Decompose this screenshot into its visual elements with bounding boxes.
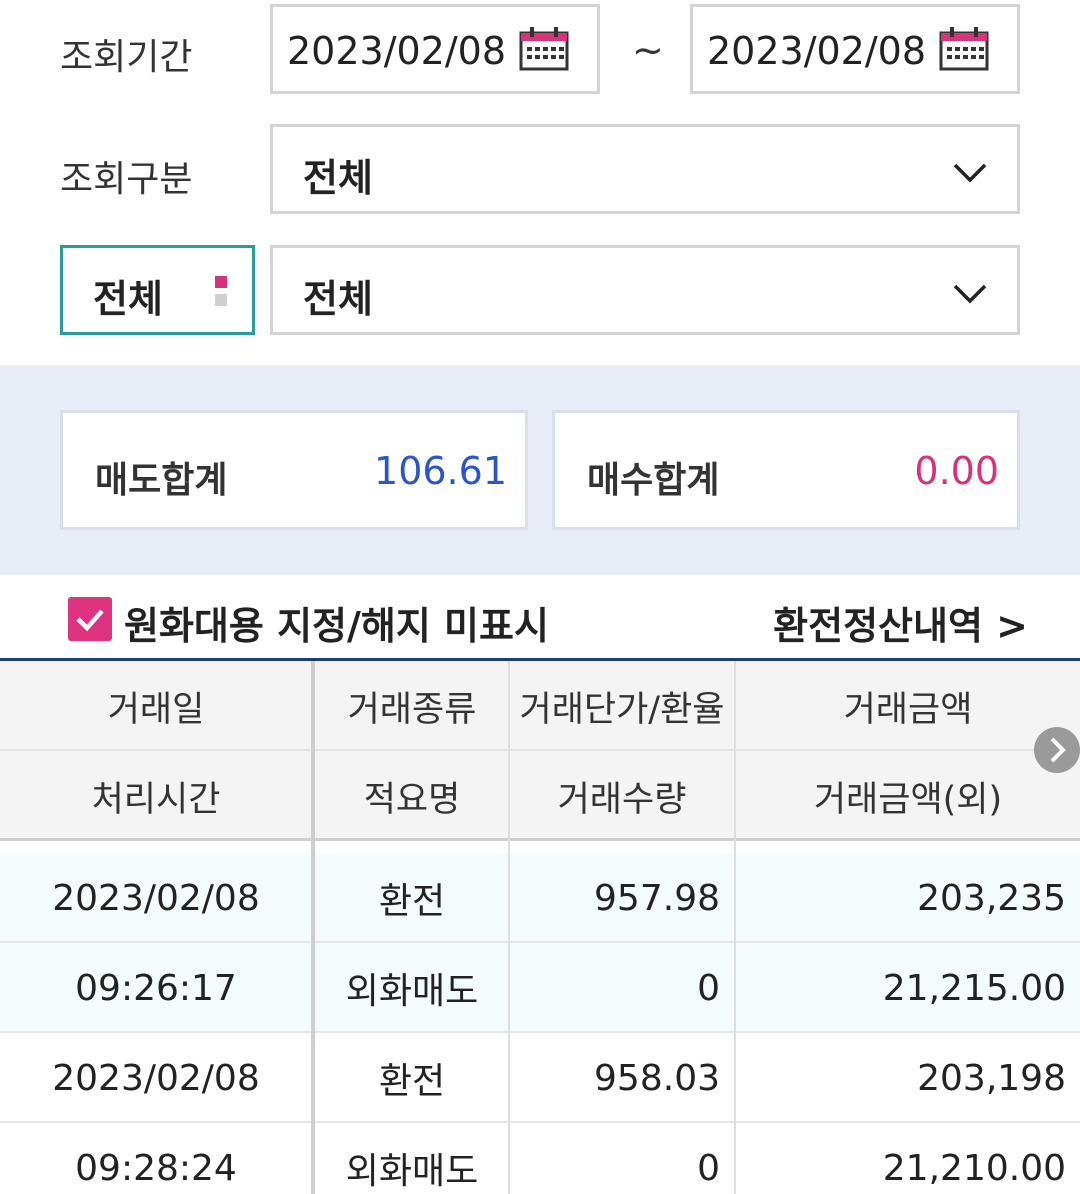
- col-header-trade-date: 거래일: [107, 689, 205, 730]
- description-cell: 외화매도: [345, 971, 479, 1012]
- date-to-text: 2023/02/08: [707, 29, 927, 73]
- chevron-down-icon: [953, 163, 987, 183]
- trade-date-cell: 2023/02/08: [52, 877, 260, 919]
- sell-total-card: 매도합계 106.61: [60, 410, 528, 530]
- date-separator: ~: [632, 28, 664, 72]
- col-header-amount: 거래금액: [843, 689, 973, 730]
- currency-select-value: 전체: [303, 277, 373, 321]
- col-header-unit-price: 거래단가/환율: [519, 689, 725, 730]
- col-header-description: 적요명: [363, 779, 461, 820]
- type-select[interactable]: 전체: [270, 124, 1020, 214]
- trade-type-cell: 환전: [378, 1061, 446, 1102]
- currency-filter-button[interactable]: 전체: [60, 245, 255, 335]
- col-header-trade-type: 거래종류: [347, 689, 477, 730]
- buy-total-card: 매수합계 0.00: [552, 410, 1020, 530]
- table-row[interactable]: 2023/02/08 환전 957.98 203,235: [0, 853, 1080, 943]
- col-header-quantity: 거래수량: [557, 779, 687, 820]
- process-time-cell: 09:26:17: [75, 967, 237, 1009]
- period-label: 조회기간: [60, 37, 193, 78]
- date-from-field[interactable]: 2023/02/08: [270, 4, 600, 94]
- check-icon: [76, 609, 104, 632]
- foreign-amount-cell: 21,215.00: [882, 967, 1066, 1009]
- description-cell: 외화매도: [345, 1151, 479, 1192]
- col-header-process-time: 처리시간: [91, 779, 221, 820]
- foreign-amount-cell: 21,210.00: [882, 1147, 1066, 1189]
- calendar-icon[interactable]: [519, 27, 569, 71]
- settlement-history-link[interactable]: 환전정산내역 >: [773, 595, 1028, 650]
- process-time-cell: 09:28:24: [75, 1147, 237, 1189]
- options-bar: 원화대용 지정/해지 미표시 환전정산내역 >: [0, 575, 1080, 659]
- amount-cell: 203,198: [917, 1057, 1066, 1099]
- table-row[interactable]: 09:26:17 외화매도 0 21,215.00: [0, 943, 1080, 1033]
- hide-krw-substitute-label[interactable]: 원화대용 지정/해지 미표시: [124, 595, 549, 650]
- filter-indicator-icon: [215, 294, 227, 306]
- trade-type-cell: 환전: [378, 881, 446, 922]
- filter-indicator-icon: [215, 276, 227, 288]
- chevron-down-icon: [953, 284, 987, 304]
- frozen-column-divider: [311, 661, 315, 1194]
- type-label: 조회구분: [60, 159, 193, 200]
- table-header-row: 거래일 거래종류 거래단가/환율 거래금액: [0, 661, 1080, 751]
- transactions-table: 거래일 거래종류 거래단가/환율 거래금액 처리시간 적요명 거래수량 거래금액…: [0, 658, 1080, 1194]
- sell-total-label: 매도합계: [95, 460, 228, 501]
- scroll-right-button[interactable]: [1034, 727, 1080, 773]
- sell-total-value: 106.61: [374, 449, 507, 493]
- calendar-icon[interactable]: [939, 27, 989, 71]
- date-to-field[interactable]: 2023/02/08: [690, 4, 1020, 94]
- currency-select[interactable]: 전체: [270, 245, 1020, 335]
- unit-price-cell: 958.03: [594, 1057, 720, 1099]
- chevron-right-icon: [1050, 737, 1066, 763]
- table-header-row: 처리시간 적요명 거래수량 거래금액(외): [0, 751, 1080, 841]
- buy-total-value: 0.00: [914, 449, 999, 493]
- table-row[interactable]: 2023/02/08 환전 958.03 203,198: [0, 1033, 1080, 1123]
- date-from-text: 2023/02/08: [287, 29, 507, 73]
- type-select-value: 전체: [303, 156, 373, 200]
- quantity-cell: 0: [697, 967, 720, 1009]
- column-divider: [508, 661, 510, 1194]
- currency-filter-label: 전체: [93, 277, 163, 321]
- buy-total-label: 매수합계: [587, 460, 720, 501]
- amount-cell: 203,235: [917, 877, 1066, 919]
- hide-krw-substitute-checkbox[interactable]: [68, 597, 112, 641]
- column-divider: [734, 661, 736, 1194]
- table-row[interactable]: 09:28:24 외화매도 0 21,210.00: [0, 1123, 1080, 1194]
- col-header-foreign-amount: 거래금액(외): [813, 779, 1003, 820]
- quantity-cell: 0: [697, 1147, 720, 1189]
- unit-price-cell: 957.98: [594, 877, 720, 919]
- trade-date-cell: 2023/02/08: [52, 1057, 260, 1099]
- period-row: 조회기간 2023/02/08 ~ 2023/02/08: [0, 0, 1080, 100]
- summary-panel: 매도합계 106.61 매수합계 0.00: [0, 365, 1080, 575]
